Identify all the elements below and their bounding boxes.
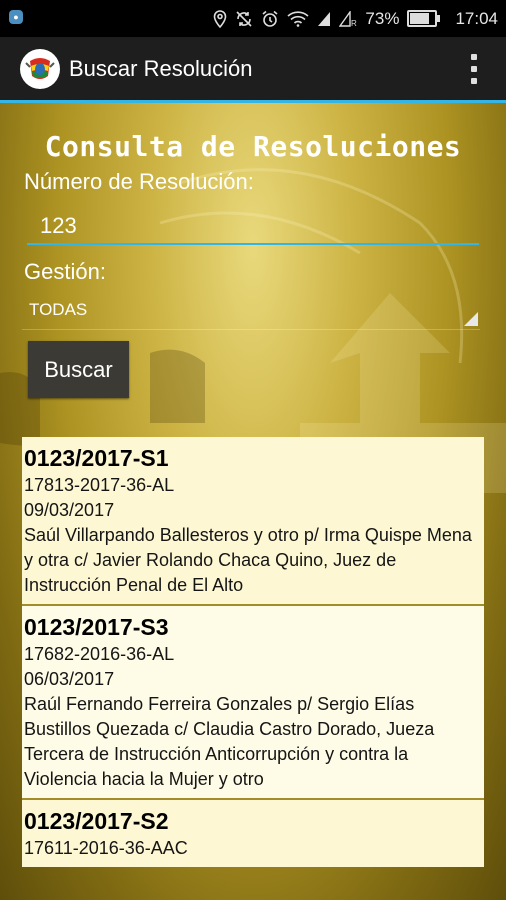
result-file: 17813-2017-36-AL	[24, 475, 175, 495]
resolution-number-input[interactable]: 123	[27, 207, 479, 245]
page-heading: Consulta de Resoluciones	[44, 130, 462, 163]
clock: 17:04	[455, 8, 498, 28]
battery-icon	[407, 10, 441, 27]
main-content: Consulta de Resoluciones Número de Resol…	[0, 103, 506, 900]
alarm-icon	[262, 10, 278, 27]
result-code: 0123/2017-S1	[24, 445, 169, 471]
notification-icon: ●	[9, 10, 23, 24]
result-code: 0123/2017-S3	[24, 614, 169, 640]
results-list: 0123/2017-S1 17813-2017-36-AL 09/03/2017…	[22, 437, 484, 867]
battery-percent: 73%	[365, 8, 400, 28]
result-description: Saúl Villarpando Ballesteros y otro p/ I…	[24, 525, 472, 595]
overflow-menu-icon[interactable]	[470, 54, 478, 84]
result-file: 17611-2016-36-AAC	[24, 838, 188, 858]
resolution-number-value: 123	[40, 213, 77, 238]
result-date: 09/03/2017	[24, 500, 115, 520]
result-item[interactable]: 0123/2017-S3 17682-2016-36-AL 06/03/2017…	[22, 606, 484, 800]
battery-fill	[410, 13, 430, 24]
gestion-select[interactable]: TODAS	[22, 293, 480, 330]
dropdown-arrow-icon	[464, 312, 478, 326]
location-icon	[214, 9, 227, 28]
gestion-label: Gestión:	[24, 259, 106, 284]
result-code: 0123/2017-S2	[24, 808, 169, 834]
gestion-selected-value: TODAS	[29, 300, 88, 319]
result-date: 06/03/2017	[24, 669, 115, 689]
signal-r-icon: R	[339, 10, 357, 27]
result-file: 17682-2016-36-AL	[24, 644, 175, 664]
wifi-icon	[287, 10, 309, 27]
app-title: Buscar Resolución	[69, 56, 253, 81]
signal-icon	[318, 11, 331, 26]
result-item[interactable]: 0123/2017-S2 17611-2016-36-AAC	[22, 800, 484, 867]
search-button[interactable]: Buscar	[28, 341, 129, 398]
status-bar: ● R 73% 17:04	[0, 0, 506, 37]
result-description: Raúl Fernando Ferreira Gonzales p/ Sergi…	[24, 694, 435, 789]
status-icons: R 73% 17:04	[213, 0, 498, 37]
action-bar: Buscar Resolución	[0, 37, 506, 103]
svg-text:R: R	[351, 19, 357, 27]
sync-icon	[236, 10, 252, 27]
number-label: Número de Resolución:	[24, 169, 254, 194]
result-item[interactable]: 0123/2017-S1 17813-2017-36-AL 09/03/2017…	[22, 437, 484, 606]
coat-of-arms-icon	[20, 49, 60, 89]
